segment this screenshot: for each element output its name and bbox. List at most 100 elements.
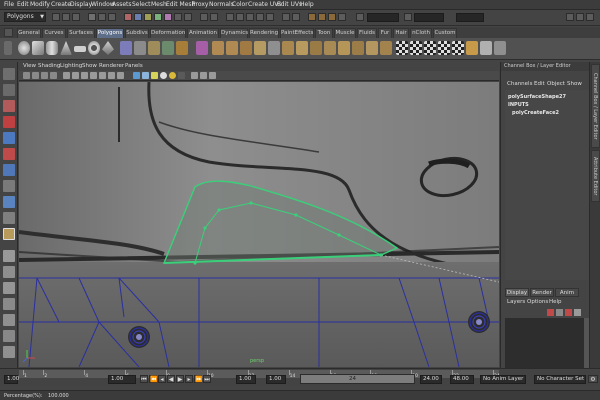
- range-slider-bar[interactable]: 24: [300, 374, 415, 384]
- render-view-icon[interactable]: [308, 13, 316, 21]
- extrude-icon[interactable]: [212, 41, 224, 55]
- layout-four-icon[interactable]: [3, 266, 15, 278]
- tab-deformation[interactable]: Deformation: [150, 28, 186, 38]
- use-all-lights-icon[interactable]: [169, 72, 176, 79]
- tab-polygons[interactable]: Polygons: [96, 28, 124, 38]
- safe-action-icon[interactable]: [108, 72, 115, 79]
- selected-node-name[interactable]: polySurfaceShape27: [508, 94, 566, 100]
- viewport-menu-lighting[interactable]: Lighting: [60, 63, 82, 69]
- input-node-name[interactable]: polyCreateFace2: [512, 110, 559, 116]
- paint-selection-icon[interactable]: [494, 41, 506, 55]
- camera-attributes-icon[interactable]: [32, 72, 39, 79]
- menu-modify[interactable]: Modify: [30, 1, 50, 8]
- tab-anim[interactable]: Anim: [555, 288, 579, 297]
- show-tool-settings-icon[interactable]: [576, 13, 584, 21]
- viewport-menu-renderer[interactable]: Renderer: [99, 63, 124, 69]
- automatic-map-icon[interactable]: [452, 41, 464, 55]
- xray-icon[interactable]: [200, 72, 207, 79]
- menu-edit-mesh[interactable]: Edit Mesh: [166, 1, 195, 8]
- combine-icon[interactable]: [120, 41, 132, 55]
- boolean-union-icon[interactable]: [176, 41, 188, 55]
- shadows-icon[interactable]: [178, 72, 185, 79]
- character-set-dropdown[interactable]: No Character Set: [534, 375, 586, 384]
- menu-select[interactable]: Select: [132, 1, 151, 8]
- input-mode-2-icon[interactable]: [404, 13, 412, 21]
- poly-prism-icon[interactable]: [102, 41, 114, 55]
- select-curves-icon[interactable]: [144, 13, 152, 21]
- sculpt-icon[interactable]: [480, 41, 492, 55]
- separate-icon[interactable]: [134, 41, 146, 55]
- range-start-field[interactable]: 1.00: [236, 375, 256, 384]
- menu-set-dropdown[interactable]: Polygons ▼: [4, 12, 46, 22]
- select-surfaces-icon[interactable]: [154, 13, 162, 21]
- mirror-geometry-icon[interactable]: [196, 41, 208, 55]
- tab-dynamics[interactable]: Dynamics: [220, 28, 248, 38]
- tab-animation[interactable]: Animation: [187, 28, 219, 38]
- snap-plane-icon[interactable]: [256, 13, 264, 21]
- poly-cone-icon[interactable]: [60, 41, 72, 55]
- duplicate-face-icon[interactable]: [366, 41, 378, 55]
- menu-create[interactable]: Create: [51, 1, 71, 8]
- rotate-tool-icon[interactable]: [3, 132, 15, 144]
- wedge-icon[interactable]: [352, 41, 364, 55]
- bridge-icon[interactable]: [226, 41, 238, 55]
- poly-cube-icon[interactable]: [32, 41, 44, 55]
- step-forward-key-icon[interactable]: ⏩: [194, 375, 202, 383]
- uv-editor-icon[interactable]: [466, 41, 478, 55]
- select-deformations-icon[interactable]: [164, 13, 172, 21]
- options-menu[interactable]: Options: [527, 299, 548, 305]
- go-to-end-icon[interactable]: ⏭: [203, 375, 211, 383]
- tab-general[interactable]: General: [17, 28, 41, 38]
- render-current-icon[interactable]: [318, 13, 326, 21]
- uv-checker-icon[interactable]: [396, 41, 408, 55]
- layers-menu[interactable]: Layers: [507, 299, 525, 305]
- layer-move-up-icon[interactable]: [565, 309, 572, 316]
- insert-edge-loop-icon[interactable]: [268, 41, 280, 55]
- field-chart-icon[interactable]: [99, 72, 106, 79]
- layout-single-icon[interactable]: [3, 250, 15, 262]
- smooth-shade-icon[interactable]: [142, 72, 149, 79]
- tab-subdivs[interactable]: Subdivs: [125, 28, 149, 38]
- use-default-material-icon[interactable]: [151, 72, 158, 79]
- tab-custom[interactable]: Custom: [433, 28, 457, 38]
- poly-sphere-icon[interactable]: [18, 41, 30, 55]
- universal-manipulator-icon[interactable]: [3, 164, 15, 176]
- play-forwards-icon[interactable]: ▶: [176, 375, 184, 383]
- current-time-field[interactable]: 1.00: [108, 375, 136, 384]
- edit-menu[interactable]: Edit: [534, 81, 545, 87]
- poly-cylinder-icon[interactable]: [46, 41, 58, 55]
- show-manipulator-icon[interactable]: [3, 196, 15, 208]
- menu-normals[interactable]: Normals: [209, 1, 234, 8]
- tab-render[interactable]: Render: [530, 288, 554, 297]
- channels-menu[interactable]: Channels: [507, 81, 532, 87]
- tab-hair[interactable]: Hair: [393, 28, 409, 38]
- step-back-key-icon[interactable]: ⏪: [149, 375, 157, 383]
- select-joints-icon[interactable]: [134, 13, 142, 21]
- object-menu[interactable]: Object: [547, 81, 565, 87]
- film-gate-icon[interactable]: [72, 72, 79, 79]
- help-menu[interactable]: Help: [549, 299, 562, 305]
- make-live-icon[interactable]: [266, 13, 274, 21]
- safe-title-icon[interactable]: [117, 72, 124, 79]
- gate-mask-icon[interactable]: [90, 72, 97, 79]
- snap-curve-icon[interactable]: [236, 13, 244, 21]
- menu-assets[interactable]: Assets: [112, 1, 132, 8]
- layout-persp-outliner-icon[interactable]: [3, 282, 15, 294]
- lasso-tool-icon[interactable]: [3, 84, 15, 96]
- cylindrical-map-icon[interactable]: [424, 41, 436, 55]
- menu-edit-uvs[interactable]: Edit UVs: [277, 1, 302, 8]
- image-plane-icon[interactable]: [50, 72, 57, 79]
- go-to-start-icon[interactable]: ⏮: [140, 375, 148, 383]
- save-scene-icon[interactable]: [72, 13, 80, 21]
- viewport-menu-view[interactable]: View: [23, 63, 36, 69]
- show-channel-box-icon[interactable]: [586, 13, 594, 21]
- select-hierarchy-icon[interactable]: [88, 13, 96, 21]
- last-tool-icon[interactable]: [3, 212, 15, 224]
- menu-help[interactable]: Help: [300, 1, 314, 8]
- tab-painteffects[interactable]: PaintEffects: [280, 28, 314, 38]
- select-rendering-icon[interactable]: [184, 13, 192, 21]
- layout-outliner-icon[interactable]: [3, 346, 15, 358]
- layer-list[interactable]: [505, 318, 589, 368]
- tab-fluids[interactable]: Fluids: [357, 28, 377, 38]
- input-field-3[interactable]: [456, 13, 484, 22]
